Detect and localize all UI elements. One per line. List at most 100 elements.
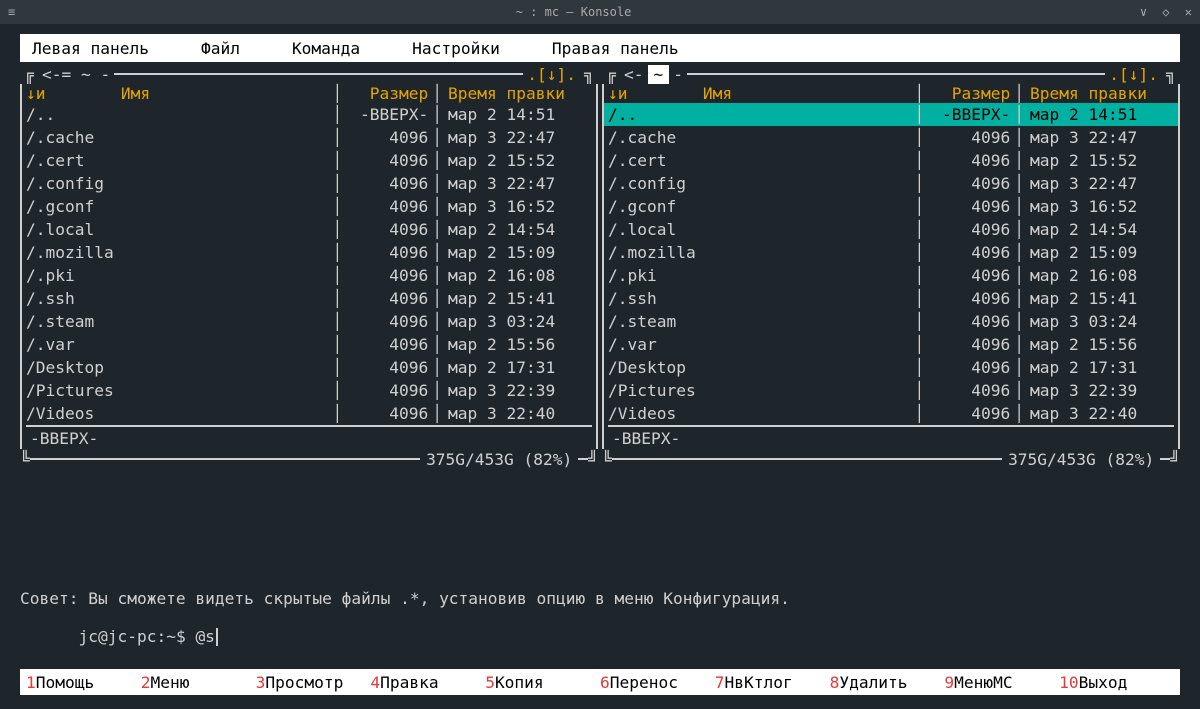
- menu-command[interactable]: Команда: [292, 39, 360, 58]
- file-size: 4096: [924, 220, 1014, 239]
- fkey-9[interactable]: 9МенюМС: [944, 673, 1059, 692]
- file-row[interactable]: /.config│4096│мар 3 22:47: [22, 172, 596, 195]
- left-sort-indicator[interactable]: .[↓].: [523, 65, 580, 84]
- file-size: 4096: [924, 404, 1014, 423]
- file-row[interactable]: /.pki│4096│мар 2 16:08: [22, 264, 596, 287]
- file-row[interactable]: /Desktop│4096│мар 2 17:31: [22, 356, 596, 379]
- file-size: 4096: [924, 243, 1014, 262]
- file-mtime: мар 2 15:56: [1024, 335, 1174, 354]
- file-row[interactable]: /.cache│4096│мар 3 22:47: [22, 126, 596, 149]
- col-mtime-label[interactable]: Время правки: [1024, 84, 1174, 103]
- file-name: /.pki: [26, 266, 333, 285]
- function-key-bar[interactable]: 1Помощь2Меню3Просмотр4Правка5Копия6Перен…: [20, 669, 1180, 695]
- mc-panels: ╔ <-= ~ - .[↓]. ╗ ↓.ииИмя │ Размер │ Вре…: [20, 64, 1180, 587]
- window-titlebar[interactable]: ≡ ~ : mc — Konsole ∨ ◇ ✕: [0, 0, 1200, 24]
- file-row[interactable]: /.cert│4096│мар 2 15:52: [604, 149, 1178, 172]
- minimize-icon[interactable]: ∨: [1140, 5, 1147, 19]
- fkey-label: Просмотр: [265, 673, 343, 692]
- file-row[interactable]: /.cert│4096│мар 2 15:52: [22, 149, 596, 172]
- file-row[interactable]: /.ssh│4096│мар 2 15:41: [604, 287, 1178, 310]
- file-size: 4096: [924, 174, 1014, 193]
- left-panel-bottom: ╚ 375G/453G (82%) ╝: [20, 449, 598, 469]
- menu-file[interactable]: Файл: [201, 39, 240, 58]
- file-name: /Pictures: [608, 381, 915, 400]
- right-sort-indicator[interactable]: .[↓].: [1105, 65, 1162, 84]
- file-size: 4096: [342, 243, 432, 262]
- left-file-list[interactable]: /..│-ВВЕРХ-│мар 2 14:51/.cache│4096│мар …: [22, 103, 596, 425]
- right-panel[interactable]: ╔ <- ~ - .[↓]. ╗ ↓иИмя │ Размер │ Время …: [602, 64, 1180, 587]
- close-icon[interactable]: ✕: [1185, 5, 1192, 19]
- fkey-8[interactable]: 8Удалить: [830, 673, 945, 692]
- menu-settings[interactable]: Настройки: [412, 39, 500, 58]
- col-name-label[interactable]: Имя: [628, 84, 808, 103]
- right-panel-path[interactable]: ~: [648, 65, 670, 84]
- file-size: 4096: [342, 266, 432, 285]
- file-size: 4096: [924, 381, 1014, 400]
- prompt-input[interactable]: @s: [195, 627, 215, 646]
- file-row[interactable]: /.mozilla│4096│мар 2 15:09: [604, 241, 1178, 264]
- col-size-label[interactable]: Размер: [924, 84, 1014, 103]
- fkey-1[interactable]: 1Помощь: [26, 673, 141, 692]
- file-row[interactable]: /Videos│4096│мар 3 22:40: [604, 402, 1178, 425]
- file-mtime: мар 2 17:31: [1024, 358, 1174, 377]
- file-row[interactable]: /.config│4096│мар 3 22:47: [604, 172, 1178, 195]
- menu-left-panel[interactable]: Левая панель: [32, 39, 149, 58]
- file-row[interactable]: /.pki│4096│мар 2 16:08: [604, 264, 1178, 287]
- fkey-label: Копия: [495, 673, 544, 692]
- fkey-label: Помощь: [36, 673, 94, 692]
- mc-menubar[interactable]: Левая панель Файл Команда Настройки Прав…: [20, 34, 1180, 62]
- file-size: 4096: [342, 174, 432, 193]
- file-name: /Desktop: [608, 358, 915, 377]
- col-name-label[interactable]: Имя: [46, 84, 226, 103]
- file-row[interactable]: /Pictures│4096│мар 3 22:39: [604, 379, 1178, 402]
- file-row[interactable]: /Pictures│4096│мар 3 22:39: [22, 379, 596, 402]
- file-name: /Videos: [608, 404, 915, 423]
- col-mtime-label[interactable]: Время правки: [442, 84, 592, 103]
- file-row[interactable]: /.cache│4096│мар 3 22:47: [604, 126, 1178, 149]
- file-name: /.ssh: [608, 289, 915, 308]
- menu-right-panel[interactable]: Правая панель: [552, 39, 679, 58]
- fkey-7[interactable]: 7НвКтлог: [715, 673, 830, 692]
- file-size: 4096: [924, 335, 1014, 354]
- fkey-2[interactable]: 2Меню: [141, 673, 256, 692]
- fkey-label: Перенос: [610, 673, 678, 692]
- file-size: 4096: [342, 381, 432, 400]
- file-mtime: мар 2 15:09: [1024, 243, 1174, 262]
- file-row[interactable]: /.local│4096│мар 2 14:54: [604, 218, 1178, 241]
- file-mtime: мар 2 15:41: [442, 289, 592, 308]
- file-row[interactable]: /.local│4096│мар 2 14:54: [22, 218, 596, 241]
- file-row[interactable]: /.mozilla│4096│мар 2 15:09: [22, 241, 596, 264]
- file-mtime: мар 2 15:52: [442, 151, 592, 170]
- file-row[interactable]: /Videos│4096│мар 3 22:40: [22, 402, 596, 425]
- file-row[interactable]: /.steam│4096│мар 3 03:24: [604, 310, 1178, 333]
- file-mtime: мар 3 22:47: [442, 174, 592, 193]
- shell-prompt[interactable]: jc@jc-pc:~$ @s: [20, 608, 1180, 666]
- fkey-10[interactable]: 10Выход: [1059, 673, 1174, 692]
- fkey-6[interactable]: 6Перенос: [600, 673, 715, 692]
- file-size: 4096: [342, 358, 432, 377]
- fkey-3[interactable]: 3Просмотр: [256, 673, 371, 692]
- file-name: /.steam: [608, 312, 915, 331]
- fkey-4[interactable]: 4Правка: [370, 673, 485, 692]
- maximize-icon[interactable]: ◇: [1162, 5, 1169, 19]
- fkey-label: Выход: [1079, 673, 1128, 692]
- col-size-label[interactable]: Размер: [342, 84, 432, 103]
- fkey-5[interactable]: 5Копия: [485, 673, 600, 692]
- file-row[interactable]: /.var│4096│мар 2 15:56: [22, 333, 596, 356]
- file-size: 4096: [924, 197, 1014, 216]
- file-row[interactable]: /.gconf│4096│мар 3 16:52: [22, 195, 596, 218]
- file-row[interactable]: /.ssh│4096│мар 2 15:41: [22, 287, 596, 310]
- fkey-number: 10: [1059, 673, 1079, 692]
- left-panel[interactable]: ╔ <-= ~ - .[↓]. ╗ ↓.ииИмя │ Размер │ Вре…: [20, 64, 598, 587]
- appmenu-icon[interactable]: ≡: [8, 5, 15, 19]
- file-row[interactable]: /.gconf│4096│мар 3 16:52: [604, 195, 1178, 218]
- file-row[interactable]: /Desktop│4096│мар 2 17:31: [604, 356, 1178, 379]
- file-name: /.config: [608, 174, 915, 193]
- file-row[interactable]: /..│-ВВЕРХ-│мар 2 14:51: [22, 103, 596, 126]
- file-row[interactable]: /.var│4096│мар 2 15:56: [604, 333, 1178, 356]
- file-row[interactable]: /.steam│4096│мар 3 03:24: [22, 310, 596, 333]
- file-name: /Pictures: [26, 381, 333, 400]
- file-row[interactable]: /..│-ВВЕРХ-│мар 2 14:51: [604, 103, 1178, 126]
- right-file-list[interactable]: /..│-ВВЕРХ-│мар 2 14:51/.cache│4096│мар …: [604, 103, 1178, 425]
- file-size: 4096: [924, 151, 1014, 170]
